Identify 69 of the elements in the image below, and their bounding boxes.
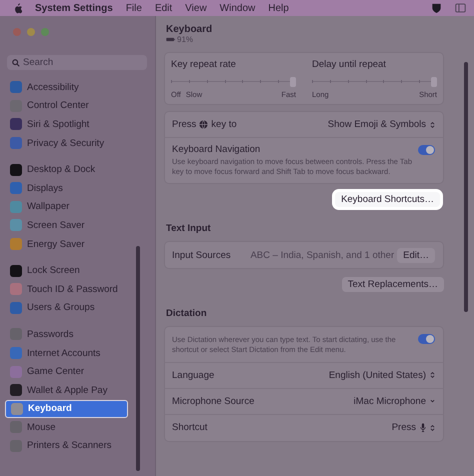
- sidebar-item[interactable]: Desktop & Dock: [5, 160, 128, 179]
- row-value: ABC – India, Spanish, and 1 other: [250, 250, 394, 261]
- apple-logo-icon[interactable]: [13, 2, 22, 14]
- edit-button[interactable]: Edit…: [397, 248, 435, 263]
- battery-level: 91%: [177, 35, 194, 44]
- zoom-button[interactable]: [41, 28, 49, 36]
- globe-icon: [199, 120, 208, 129]
- settings-button[interactable]: Keyboard Shortcuts…: [335, 192, 440, 208]
- scrollbar[interactable]: [464, 62, 468, 312]
- slider-thumb[interactable]: [431, 77, 437, 87]
- search-icon: [12, 59, 20, 67]
- sidebar-item[interactable]: Game Center: [5, 362, 128, 381]
- sidebar-item[interactable]: Energy Saver: [5, 234, 128, 254]
- minimize-button[interactable]: [27, 28, 35, 36]
- sidebar-item[interactable]: Wallet & Apple Pay: [5, 380, 128, 400]
- sidebar-item[interactable]: Lock Screen: [5, 261, 128, 280]
- slider-label: Delay until repeat: [312, 59, 387, 70]
- dropdown-menu[interactable]: iMac Microphone: [354, 396, 435, 406]
- shield-icon[interactable]: [431, 3, 442, 13]
- sidebar-item[interactable]: Passwords: [5, 325, 128, 344]
- up-down-chevron-icon: [430, 424, 435, 432]
- row-label: key to: [211, 119, 237, 130]
- sidebar-item[interactable]: Internet Accounts: [5, 344, 128, 362]
- row-label: Language: [172, 370, 214, 380]
- toggle-switch[interactable]: [418, 334, 435, 344]
- popup-menu[interactable]: Show Emoji & Symbols: [328, 119, 435, 130]
- search-field[interactable]: Search: [7, 55, 147, 70]
- sidebar-icon[interactable]: [455, 3, 466, 13]
- slider-thumb[interactable]: [290, 77, 296, 87]
- sidebar-item[interactable]: Accessibility: [5, 78, 128, 97]
- sidebar-item[interactable]: Control Center: [5, 96, 128, 116]
- menu-item[interactable]: View: [185, 2, 207, 14]
- app-name-menu[interactable]: System Settings: [35, 2, 113, 14]
- settings-button[interactable]: Text Replacements…: [342, 277, 444, 292]
- sidebar-item[interactable]: Siri & Spotlight: [5, 115, 128, 134]
- close-button[interactable]: [13, 28, 21, 36]
- section-title: Dictation: [166, 308, 208, 320]
- microphone-icon: [420, 423, 426, 432]
- popup-menu[interactable]: English (United States): [328, 370, 435, 380]
- page-title: Keyboard: [166, 24, 214, 35]
- popup-menu[interactable]: Press: [392, 422, 435, 433]
- slider-track[interactable]: [171, 77, 296, 86]
- row-label: Keyboard Navigation: [172, 144, 262, 155]
- sidebar-item[interactable]: Users & Groups: [5, 298, 128, 318]
- row-label: Microphone Source: [172, 396, 254, 406]
- sidebar-item[interactable]: Wallpaper: [5, 198, 128, 216]
- row-label: Press: [172, 119, 196, 130]
- sidebar-item[interactable]: Displays: [5, 178, 128, 198]
- menu-item[interactable]: File: [126, 2, 142, 14]
- sidebar-item[interactable]: Mouse: [5, 418, 128, 437]
- menu-item[interactable]: Window: [220, 2, 256, 14]
- sidebar-item[interactable]: Printers & Scanners: [5, 436, 128, 456]
- battery-icon: [166, 37, 175, 42]
- scrollbar[interactable]: [136, 246, 140, 471]
- up-down-chevron-icon: [430, 371, 435, 379]
- menu-item[interactable]: Edit: [154, 2, 172, 14]
- section-title: Text Input: [166, 223, 212, 234]
- row-label: Shortcut: [172, 422, 208, 433]
- chevron-down-icon: [430, 397, 435, 405]
- slider-track[interactable]: [312, 77, 437, 86]
- toggle-switch[interactable]: [418, 145, 435, 155]
- sidebar-item[interactable]: Keyboard: [5, 400, 128, 418]
- sidebar-item[interactable]: Screen Saver: [5, 216, 128, 235]
- slider-label: Key repeat rate: [171, 59, 237, 70]
- up-down-chevron-icon: [430, 120, 435, 128]
- row-label: Input Sources: [172, 250, 231, 261]
- sidebar-item[interactable]: Privacy & Security: [5, 134, 128, 152]
- sidebar-item[interactable]: Touch ID & Password: [5, 280, 128, 299]
- menu-item[interactable]: Help: [268, 2, 289, 14]
